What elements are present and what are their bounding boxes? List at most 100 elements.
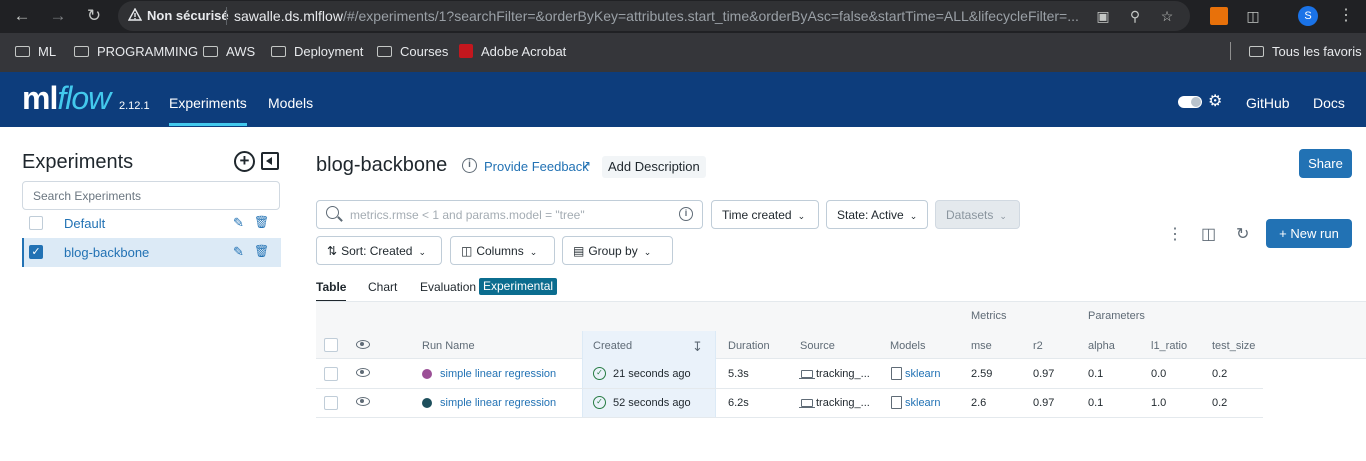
address-bar[interactable]: Non sécurisé sawalle.ds.mlflow/#/experim… bbox=[118, 1, 1190, 31]
bookmark-label: AWS bbox=[226, 44, 256, 59]
bookmark-courses[interactable]: Courses bbox=[377, 44, 448, 59]
profile-avatar[interactable]: S bbox=[1298, 6, 1318, 26]
column-l1-ratio[interactable]: l1_ratio bbox=[1151, 340, 1187, 352]
row-checkbox[interactable] bbox=[324, 396, 338, 410]
run-search-input[interactable]: metrics.rmse < 1 and params.model = "tre… bbox=[316, 200, 703, 229]
source-cell[interactable]: tracking_... bbox=[816, 397, 870, 409]
group-metrics-header: Metrics bbox=[971, 310, 1007, 322]
trash-icon[interactable]: 🗑 bbox=[254, 215, 269, 229]
model-link[interactable]: sklearn bbox=[905, 368, 940, 380]
run-name-link[interactable]: simple linear regression bbox=[440, 368, 556, 380]
reload-icon[interactable]: ↻ bbox=[84, 6, 104, 26]
warning-icon bbox=[128, 8, 142, 21]
more-options-icon[interactable]: ⋮ bbox=[1167, 224, 1183, 244]
pencil-icon[interactable]: ✎ bbox=[233, 215, 244, 231]
chevron-down-icon: ⌄ bbox=[909, 211, 918, 221]
experiment-checkbox[interactable] bbox=[29, 216, 43, 230]
column-alpha[interactable]: alpha bbox=[1088, 340, 1115, 352]
bookmark-ml[interactable]: ML bbox=[15, 44, 56, 59]
column-duration[interactable]: Duration bbox=[728, 340, 770, 352]
bookmark-deployment[interactable]: Deployment bbox=[271, 44, 363, 59]
bookmark-aws[interactable]: AWS bbox=[203, 44, 255, 59]
state-dropdown[interactable]: State: Active ⌄ bbox=[826, 200, 928, 229]
experiment-label[interactable]: blog-backbone bbox=[64, 245, 149, 260]
table-row[interactable]: simple linear regression ✓ 21 seconds ag… bbox=[316, 360, 1263, 389]
url-path: /#/experiments/1?searchFilter=&orderByKe… bbox=[342, 8, 1079, 24]
back-icon[interactable]: ← bbox=[12, 6, 32, 26]
nav-models[interactable]: Models bbox=[268, 95, 313, 111]
check-circle-icon: ✓ bbox=[593, 367, 606, 380]
url-text[interactable]: sawalle.ds.mlflow/#/experiments/1?search… bbox=[234, 8, 1090, 24]
zoom-icon[interactable]: ⚲ bbox=[1126, 7, 1144, 25]
bookmark-acrobat[interactable]: Adobe Acrobat bbox=[459, 44, 566, 59]
column-run-name[interactable]: Run Name bbox=[422, 340, 475, 352]
column-r2[interactable]: r2 bbox=[1033, 340, 1043, 352]
eye-icon[interactable] bbox=[356, 368, 370, 377]
chevron-down-icon: ⌄ bbox=[643, 247, 652, 257]
bookmark-label: Adobe Acrobat bbox=[481, 44, 567, 59]
pencil-icon[interactable]: ✎ bbox=[233, 244, 244, 260]
add-experiment-icon[interactable]: + bbox=[234, 151, 255, 172]
mlflow-header: mlflow 2.12.1 Experiments Models ⚙ GitHu… bbox=[0, 72, 1366, 127]
row-checkbox[interactable] bbox=[324, 367, 338, 381]
tab-evaluation[interactable]: Evaluation bbox=[420, 280, 476, 294]
experiment-checkbox[interactable]: ✓ bbox=[29, 245, 43, 259]
table-row[interactable]: simple linear regression ✓ 52 seconds ag… bbox=[316, 389, 1263, 418]
sort-descending-icon[interactable]: ↧ bbox=[692, 339, 703, 355]
select-all-checkbox[interactable] bbox=[324, 338, 338, 352]
mlflow-logo[interactable]: mlflow bbox=[22, 80, 111, 117]
all-bookmarks[interactable]: Tous les favoris bbox=[1249, 44, 1362, 59]
nav-github[interactable]: GitHub bbox=[1246, 95, 1290, 111]
nav-experiments[interactable]: Experiments bbox=[169, 95, 247, 126]
sort-dropdown[interactable]: ⇅ Sort: Created ⌄ bbox=[316, 236, 442, 265]
collapse-sidebar-icon[interactable] bbox=[261, 152, 279, 170]
gear-icon[interactable]: ⚙ bbox=[1208, 91, 1222, 111]
experiment-title: blog-backbone bbox=[316, 154, 448, 176]
dropdown-label: State: Active bbox=[837, 208, 904, 222]
column-models[interactable]: Models bbox=[890, 340, 925, 352]
experiment-item-default[interactable]: Default ✎ 🗑 bbox=[22, 209, 281, 238]
tab-table[interactable]: Table bbox=[316, 280, 347, 302]
puzzle-icon[interactable]: ◫ bbox=[1244, 7, 1262, 25]
extension-icon[interactable] bbox=[1210, 7, 1228, 25]
columns-dropdown[interactable]: ◫ Columns ⌄ bbox=[450, 236, 555, 265]
datasets-dropdown[interactable]: Datasets ⌄ bbox=[935, 200, 1020, 229]
eye-icon[interactable] bbox=[356, 397, 370, 406]
security-label[interactable]: Non sécurisé bbox=[147, 8, 229, 23]
group-by-dropdown[interactable]: ▤ Group by ⌄ bbox=[562, 236, 673, 265]
bookmark-programming[interactable]: PROGRAMMING bbox=[74, 44, 198, 59]
side-panel-icon[interactable]: ◫ bbox=[1201, 224, 1216, 244]
new-run-button[interactable]: + New run bbox=[1266, 219, 1352, 248]
column-created[interactable]: Created bbox=[593, 340, 632, 352]
model-link[interactable]: sklearn bbox=[905, 397, 940, 409]
nav-docs[interactable]: Docs bbox=[1313, 95, 1345, 111]
translate-icon[interactable]: ▣ bbox=[1094, 7, 1112, 25]
run-name-link[interactable]: simple linear regression bbox=[440, 397, 556, 409]
refresh-icon[interactable]: ↻ bbox=[1236, 224, 1249, 244]
forward-icon[interactable]: → bbox=[48, 6, 68, 26]
model-icon bbox=[891, 367, 902, 380]
column-test-size[interactable]: test_size bbox=[1212, 340, 1255, 352]
chrome-menu-icon[interactable]: ⋮ bbox=[1338, 6, 1354, 26]
chevron-down-icon: ⌄ bbox=[529, 247, 538, 257]
star-icon[interactable]: ☆ bbox=[1158, 7, 1176, 25]
info-icon[interactable]: i bbox=[679, 207, 693, 221]
folder-icon bbox=[1249, 46, 1264, 57]
l1-ratio-cell: 1.0 bbox=[1151, 397, 1167, 409]
eye-icon[interactable] bbox=[356, 340, 370, 349]
trash-icon[interactable]: 🗑 bbox=[254, 244, 269, 258]
tab-chart[interactable]: Chart bbox=[368, 280, 397, 294]
dark-mode-toggle[interactable] bbox=[1178, 96, 1202, 108]
time-created-dropdown[interactable]: Time created ⌄ bbox=[711, 200, 819, 229]
folder-icon bbox=[377, 46, 392, 57]
provide-feedback-link[interactable]: Provide Feedback bbox=[484, 159, 589, 174]
info-icon[interactable]: i bbox=[462, 158, 477, 173]
add-description-button[interactable]: Add Description bbox=[602, 156, 706, 178]
column-mse[interactable]: mse bbox=[971, 340, 992, 352]
experiment-item-blog-backbone[interactable]: ✓ blog-backbone ✎ 🗑 bbox=[22, 238, 281, 267]
search-experiments-input[interactable]: Search Experiments bbox=[22, 181, 280, 210]
experiment-label[interactable]: Default bbox=[64, 216, 105, 231]
share-button[interactable]: Share bbox=[1299, 149, 1352, 178]
column-source[interactable]: Source bbox=[800, 340, 835, 352]
source-cell[interactable]: tracking_... bbox=[816, 368, 870, 380]
